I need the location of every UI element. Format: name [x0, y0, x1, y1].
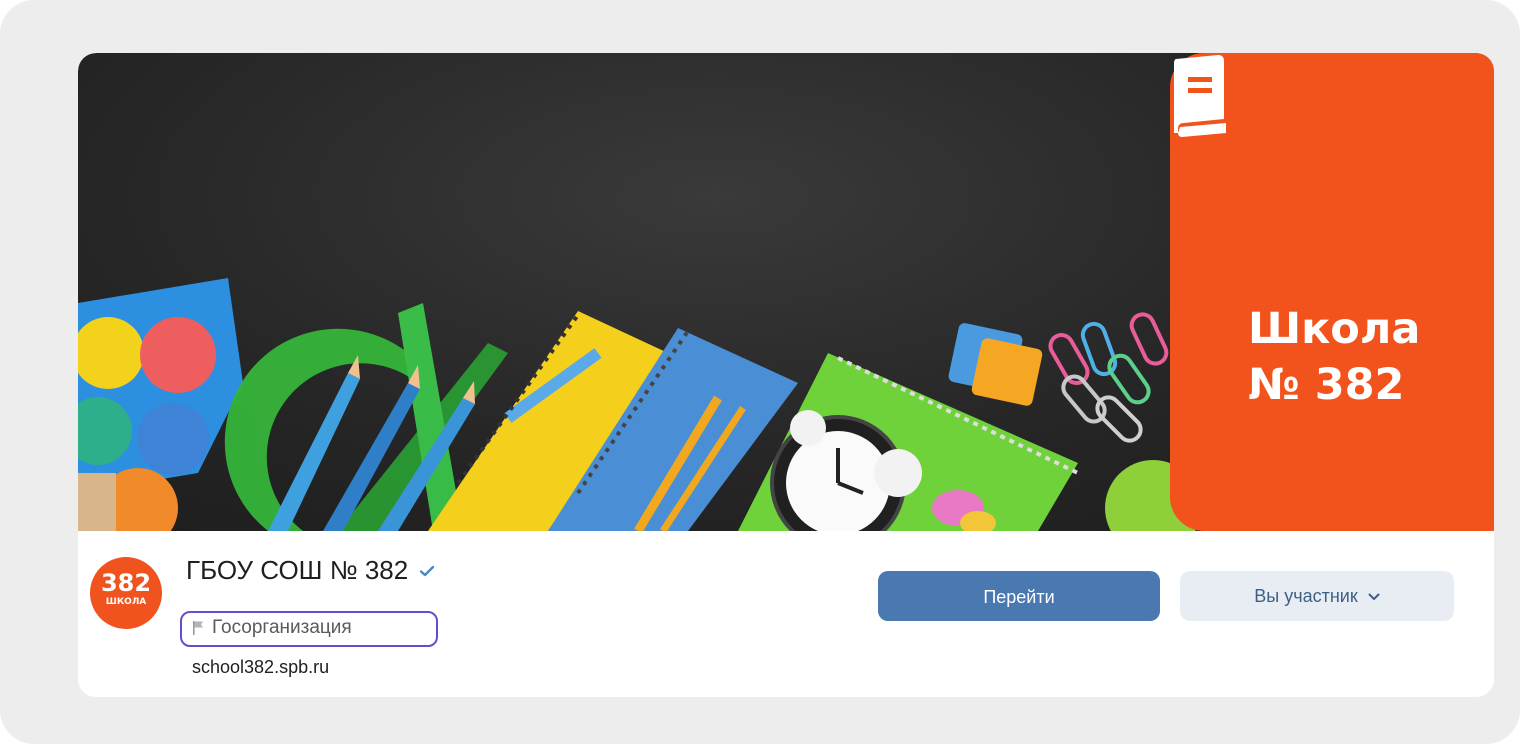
member-dropdown-button[interactable]: Вы участник — [1180, 571, 1454, 621]
avatar[interactable]: 382 ШКОЛА — [90, 557, 162, 629]
community-info: 382 ШКОЛА ГБОУ СОШ № 382 Госорганизация … — [78, 531, 1494, 697]
brand-title: Школа № 382 — [1248, 301, 1420, 413]
brand-panel: Школа № 382 — [1170, 53, 1494, 531]
paper-clips — [1048, 312, 1169, 443]
brand-title-line2: № 382 — [1248, 360, 1405, 410]
avatar-number: 382 — [100, 569, 152, 597]
verified-check-icon — [420, 565, 435, 576]
community-category[interactable]: Госорганизация — [192, 617, 352, 639]
page-background: Школа № 382 382 ШКОЛА ГБОУ СОШ № 382 Гос… — [0, 0, 1520, 744]
community-name: ГБОУ СОШ № 382 — [186, 555, 409, 585]
paint-palette — [78, 278, 243, 531]
brand-title-line1: Школа — [1248, 304, 1421, 354]
website-link[interactable]: school382.spb.ru — [192, 657, 329, 678]
member-label: Вы участник — [1254, 586, 1358, 606]
book-icon — [1174, 55, 1226, 137]
chevron-down-icon — [1368, 593, 1380, 601]
cover-image: Школа № 382 — [78, 53, 1494, 531]
avatar-caption: ШКОЛА — [105, 597, 147, 607]
community-header-card: Школа № 382 382 ШКОЛА ГБОУ СОШ № 382 Гос… — [78, 53, 1494, 697]
go-button[interactable]: Перейти — [878, 571, 1160, 621]
community-title: ГБОУ СОШ № 382 — [186, 555, 436, 586]
category-label: Госорганизация — [212, 617, 352, 638]
flag-icon — [193, 621, 203, 635]
sharpener — [948, 323, 1043, 406]
